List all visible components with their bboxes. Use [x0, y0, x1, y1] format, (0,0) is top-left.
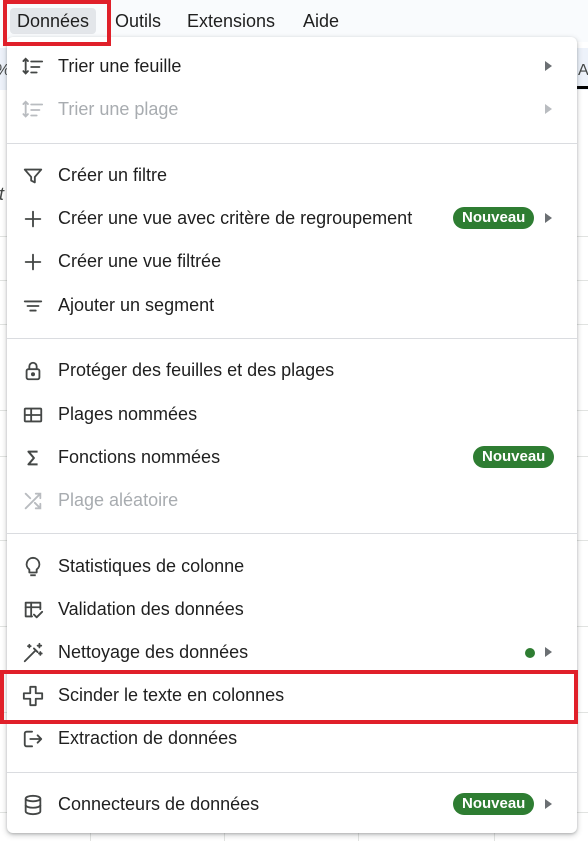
menu-item-label: Extraction de données: [58, 728, 238, 748]
text-color-glyph: A: [578, 62, 588, 79]
extract-icon: [22, 728, 44, 750]
menu-separator: [7, 338, 577, 339]
filter-icon: [22, 165, 44, 187]
menu-item-sort-range: Trier une plage: [7, 88, 577, 131]
menu-item-label: Statistiques de colonne: [58, 556, 245, 576]
menu-item-label: Créer un filtre: [58, 165, 168, 185]
menu-separator: [7, 143, 577, 144]
named-range-icon: [22, 404, 44, 426]
menu-item-label: Plage aléatoire: [58, 490, 179, 510]
menu-item-group-view[interactable]: Créer une vue avec critère de regroupeme…: [7, 197, 577, 240]
sigma-icon: [22, 447, 44, 469]
menu-item-label: Validation des données: [58, 599, 244, 619]
menu-item-named-ranges[interactable]: Plages nommées: [7, 393, 577, 436]
menu-item-named-functions[interactable]: Fonctions nommées Nouveau: [7, 436, 577, 479]
menu-item-label: Protéger des feuilles et des plages: [58, 360, 335, 380]
menu-item-label: Trier une plage: [58, 99, 179, 119]
new-badge: Nouveau: [453, 793, 535, 815]
menu-item-label: Nettoyage des données: [58, 642, 249, 662]
menu-extensions[interactable]: Extensions: [180, 8, 282, 34]
menu-separator: [7, 772, 577, 773]
data-dropdown-menu: Trier une feuille Trier une plage Créer …: [7, 37, 577, 833]
menu-item-protect[interactable]: Protéger des feuilles et des plages: [7, 349, 577, 392]
menu-item-filter-view[interactable]: Créer une vue filtrée: [7, 240, 577, 283]
menu-item-create-filter[interactable]: Créer un filtre: [7, 154, 577, 197]
magic-wand-icon: [22, 642, 44, 664]
lightbulb-icon: [22, 556, 44, 578]
menu-item-sort-sheet[interactable]: Trier une feuille: [7, 45, 577, 88]
plus-icon: [22, 251, 44, 273]
menu-outils[interactable]: Outils: [108, 8, 168, 34]
menu-item-label: Trier une feuille: [58, 56, 182, 76]
submenu-arrow-icon: [545, 61, 552, 71]
menu-item-random-range: Plage aléatoire: [7, 479, 577, 522]
menu-item-label: Scinder le texte en colonnes: [58, 685, 285, 705]
menu-item-data-cleanup[interactable]: Nettoyage des données: [7, 631, 577, 674]
sort-icon: [22, 56, 44, 78]
new-badge: Nouveau: [453, 207, 535, 229]
submenu-arrow-icon: [545, 799, 552, 809]
menu-item-label: Créer une vue filtrée: [58, 251, 222, 271]
menu-item-data-connectors[interactable]: Connecteurs de données Nouveau: [7, 783, 577, 826]
menu-item-label: Fonctions nommées: [58, 447, 221, 467]
menu-item-label: Créer une vue avec critère de regroupeme…: [58, 208, 413, 228]
database-icon: [22, 794, 44, 816]
plus-icon: [22, 208, 44, 230]
menu-item-data-validation[interactable]: Validation des données: [7, 588, 577, 631]
lock-icon: [22, 360, 44, 382]
menu-donnees[interactable]: Données: [10, 8, 97, 34]
menu-item-data-extraction[interactable]: Extraction de données: [7, 717, 577, 760]
submenu-arrow-icon: [545, 104, 552, 114]
menu-item-split-text[interactable]: Scinder le texte en colonnes: [7, 674, 577, 717]
italic-glyph: t: [0, 184, 4, 205]
sort-icon: [22, 99, 44, 121]
shuffle-icon: [22, 490, 44, 512]
new-badge: Nouveau: [473, 446, 555, 468]
menu-item-label: Connecteurs de données: [58, 794, 260, 814]
menu-separator: [7, 533, 577, 534]
app-stage: % A t Données Outils Extensions Aide Tri…: [0, 0, 588, 841]
split-columns-icon: [22, 685, 44, 707]
submenu-arrow-icon: [545, 647, 552, 657]
menu-item-column-stats[interactable]: Statistiques de colonne: [7, 545, 577, 588]
new-feature-dot: [525, 648, 535, 658]
menu-item-add-slicer[interactable]: Ajouter un segment: [7, 284, 577, 327]
menu-aide[interactable]: Aide: [296, 8, 346, 34]
menu-item-label: Ajouter un segment: [58, 295, 215, 315]
submenu-arrow-icon: [545, 213, 552, 223]
text-color-underline: [576, 86, 588, 89]
menu-item-label: Plages nommées: [58, 404, 198, 424]
slicer-icon: [22, 295, 44, 317]
validation-icon: [22, 599, 44, 621]
menu-bar: Données Outils Extensions Aide: [0, 0, 588, 42]
